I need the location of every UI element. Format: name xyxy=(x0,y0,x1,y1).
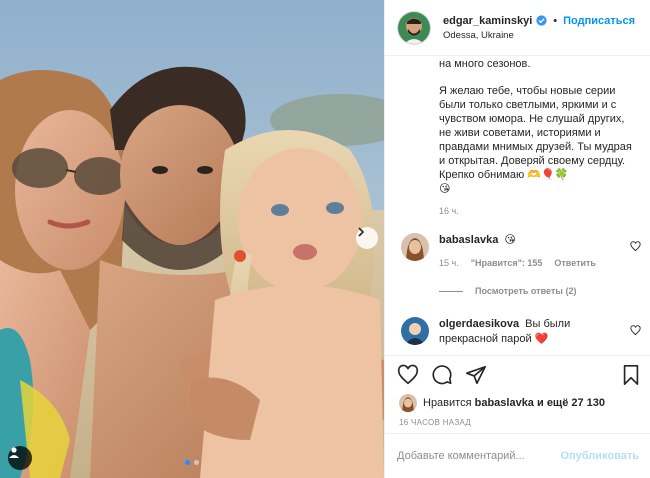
carousel-dot xyxy=(194,460,199,465)
caption-line: на много сезонов. xyxy=(439,58,531,70)
comment-reply-button[interactable]: Ответить xyxy=(554,256,596,271)
post-caption: на много сезонов. Я желаю тебе, чтобы но… xyxy=(439,57,639,196)
carousel-indicator xyxy=(185,460,199,465)
commenter-avatar-image xyxy=(401,233,429,261)
post-header: edgar_kaminskyi • Подписаться Odessa, Uk… xyxy=(385,0,650,56)
caption-emojis: 😘 xyxy=(439,183,451,195)
caption-time[interactable]: 16 ч. xyxy=(439,206,459,216)
verified-badge-icon xyxy=(536,15,547,26)
person-icon xyxy=(9,447,19,458)
likes-user[interactable]: babaslavka xyxy=(475,397,534,409)
commenter-avatar-image xyxy=(401,317,429,345)
comments-list[interactable]: на много сезонов. Я желаю тебе, чтобы но… xyxy=(385,57,650,355)
caption-paragraph: Я желаю тебе, чтобы новые серии были тол… xyxy=(439,85,632,181)
view-replies-label: Посмотреть ответы (2) xyxy=(475,286,577,296)
add-comment-bar: Опубликовать xyxy=(385,433,650,478)
comment-text: 😘 xyxy=(504,234,516,246)
comment-item: olgerdaesikova Вы были прекрасной парой … xyxy=(401,317,641,347)
chevron-right-icon xyxy=(358,227,365,237)
comment-input[interactable] xyxy=(397,450,557,462)
instagram-post: edgar_kaminskyi • Подписаться Odessa, Uk… xyxy=(0,0,650,478)
carousel-dot-active xyxy=(185,460,190,465)
likes-count[interactable]: и ещё 27 130 xyxy=(537,397,605,409)
save-bookmark-icon[interactable] xyxy=(621,364,641,389)
author-avatar[interactable] xyxy=(397,10,431,45)
commenter-avatar[interactable] xyxy=(401,233,429,261)
comment-likes[interactable]: "Нравится": 155 xyxy=(471,256,543,271)
comment-item: babaslavka 😘 15 ч. "Нравится": 155 Ответ… xyxy=(401,233,641,271)
comment-like-heart-icon[interactable] xyxy=(630,325,641,339)
comment-like-heart-icon[interactable] xyxy=(630,241,641,255)
like-heart-icon[interactable] xyxy=(397,364,419,389)
follow-button[interactable]: Подписаться xyxy=(563,15,635,27)
author-avatar-image xyxy=(398,11,430,44)
likes-summary[interactable]: Нравится babaslavka и ещё 27 130 xyxy=(399,394,605,412)
post-timestamp[interactable]: 16 ЧАСОВ НАЗАД xyxy=(399,418,471,427)
photo-illustration xyxy=(0,0,384,478)
publish-button[interactable]: Опубликовать xyxy=(560,450,639,462)
post-photo[interactable] xyxy=(0,0,384,478)
post-side-panel: edgar_kaminskyi • Подписаться Odessa, Uk… xyxy=(384,0,650,478)
comment-time[interactable]: 15 ч. xyxy=(439,256,459,271)
next-photo-button[interactable] xyxy=(356,227,378,249)
likes-prefix: Нравится xyxy=(423,397,472,409)
share-paper-plane-icon[interactable] xyxy=(465,364,487,389)
comment-username[interactable]: olgerdaesikova xyxy=(439,318,519,330)
comment-username[interactable]: babaslavka xyxy=(439,234,498,246)
view-replies-button[interactable]: Посмотреть ответы (2) xyxy=(439,286,576,296)
tagged-users-button[interactable] xyxy=(8,446,32,470)
commenter-avatar[interactable] xyxy=(401,317,429,345)
header-separator: • xyxy=(553,14,558,27)
author-username[interactable]: edgar_kaminskyi xyxy=(443,15,532,27)
liker-avatar xyxy=(399,394,417,412)
post-location[interactable]: Odessa, Ukraine xyxy=(443,30,635,41)
replies-line xyxy=(439,290,463,292)
comment-bubble-icon[interactable] xyxy=(431,364,453,389)
